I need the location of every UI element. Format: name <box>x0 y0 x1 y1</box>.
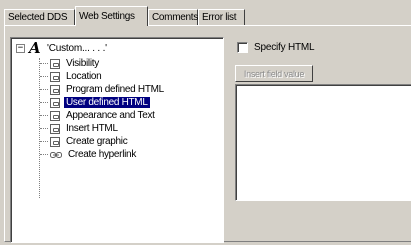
setting-icon <box>50 71 60 82</box>
tree-item-create-hyperlink[interactable]: Create hyperlink <box>40 149 138 160</box>
text-style-icon: A <box>29 39 41 57</box>
tree-root-label: 'Custom... . . .' <box>47 42 107 54</box>
tree-branch <box>40 154 48 155</box>
setting-icon <box>50 97 60 108</box>
tree-item-create-graphic[interactable]: Create graphic <box>40 136 129 147</box>
setting-icon <box>50 110 60 121</box>
setting-icon <box>50 136 60 147</box>
tree-branch <box>40 115 48 116</box>
tree-branch <box>40 76 48 77</box>
tree-item-label: Create hyperlink <box>68 149 137 160</box>
settings-tree[interactable]: − A 'Custom... . . .' Visibility Locatio… <box>10 37 224 243</box>
tree-branch <box>40 141 48 142</box>
tab-comments[interactable]: Comments <box>148 9 198 25</box>
tab-web-settings[interactable]: Web Settings <box>75 6 148 26</box>
tree-item-insert-html[interactable]: Insert HTML <box>40 123 120 134</box>
tree-branch <box>40 63 48 64</box>
html-text-area[interactable] <box>235 84 411 201</box>
tree-item-user-defined-html[interactable]: User defined HTML <box>40 97 150 108</box>
specify-html-option[interactable]: Specify HTML <box>237 42 315 53</box>
specify-html-checkbox[interactable] <box>237 42 248 53</box>
collapse-icon[interactable]: − <box>16 43 25 53</box>
tab-error-list[interactable]: Error list <box>198 9 245 25</box>
tree-item-program-defined-html[interactable]: Program defined HTML <box>40 84 166 95</box>
tree-branch <box>40 102 48 103</box>
tree-branch <box>40 89 48 90</box>
tree-item-label: Visibility <box>66 58 99 69</box>
tab-selected-dds[interactable]: Selected DDS <box>4 9 75 25</box>
tree-item-label: Create graphic <box>66 136 128 147</box>
tab-strip: Selected DDS Web Settings Comments Error… <box>4 6 408 26</box>
tree-item-visibility[interactable]: Visibility <box>40 58 101 69</box>
specify-html-label: Specify HTML <box>254 42 315 53</box>
tree-branch <box>40 128 48 129</box>
tree-item-label: Appearance and Text <box>66 110 155 121</box>
setting-icon <box>50 58 60 69</box>
setting-icon <box>50 123 60 134</box>
hyperlink-icon <box>50 150 62 160</box>
tree-item-location[interactable]: Location <box>40 71 103 82</box>
tree-item-label: Program defined HTML <box>66 84 164 95</box>
tree-item-label: Insert HTML <box>66 123 118 134</box>
tree-item-label-selected: User defined HTML <box>64 97 150 108</box>
insert-field-value-button[interactable]: Insert field value <box>235 65 313 82</box>
setting-icon <box>50 84 60 95</box>
tree-root[interactable]: − A 'Custom... . . .' <box>16 39 107 57</box>
tree-item-appearance-and-text[interactable]: Appearance and Text <box>40 110 157 121</box>
tree-item-label: Location <box>66 71 102 82</box>
